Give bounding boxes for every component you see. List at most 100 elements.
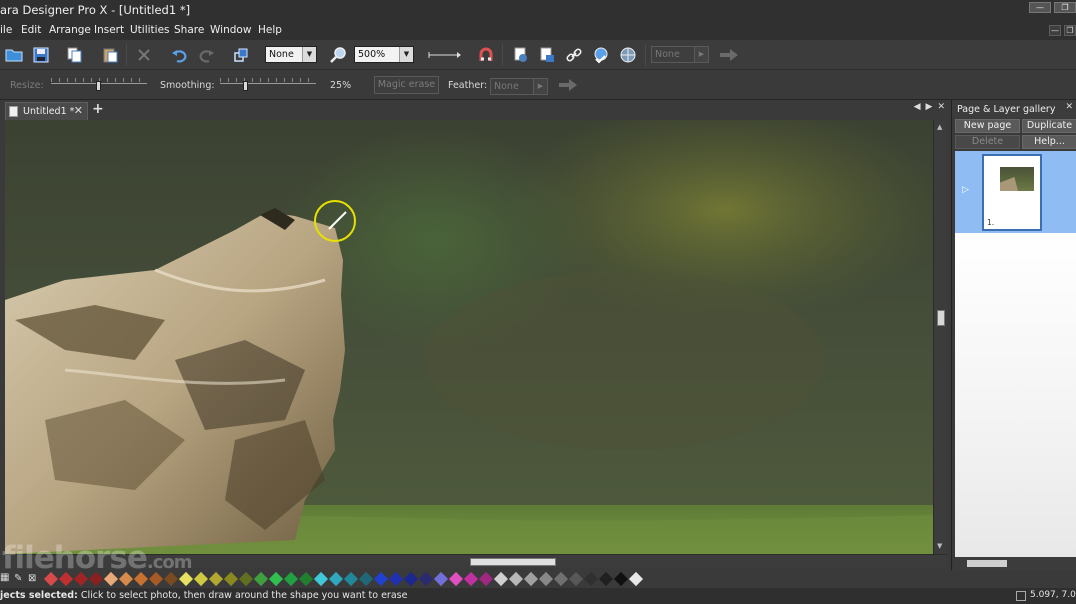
paste-icon[interactable]: [100, 45, 120, 65]
smoothing-slider[interactable]: [220, 78, 316, 92]
disabled-combo[interactable]: None ▶: [651, 46, 709, 63]
duplicate-button[interactable]: Duplicate: [1022, 119, 1076, 133]
horizontal-scroll-thumb[interactable]: [470, 558, 556, 566]
color-swatch[interactable]: [208, 571, 224, 587]
page-list-item[interactable]: ▷ 1.: [955, 151, 1076, 233]
color-swatch[interactable]: [313, 571, 329, 587]
help-button[interactable]: Help...: [1022, 135, 1076, 149]
delete-icon[interactable]: [134, 45, 154, 65]
document-canvas[interactable]: [5, 120, 933, 554]
menu-insert[interactable]: Insert: [94, 24, 124, 36]
color-swatch[interactable]: [298, 571, 314, 587]
close-icon[interactable]: ✕: [74, 104, 83, 117]
transform-icon[interactable]: [231, 45, 251, 65]
color-swatch[interactable]: [418, 571, 434, 587]
color-swatch[interactable]: [283, 571, 299, 587]
page-thumbnail[interactable]: 1.: [982, 154, 1042, 231]
document-tab-title: Untitled1 *: [23, 106, 75, 117]
menu-utilities[interactable]: Utilities: [130, 24, 170, 36]
color-swatch[interactable]: [523, 571, 539, 587]
menu-arrange[interactable]: Arrange: [49, 24, 91, 36]
zoom-icon[interactable]: [328, 45, 348, 65]
color-swatch[interactable]: [583, 571, 599, 587]
color-swatch[interactable]: [373, 571, 389, 587]
snap-magnet-icon[interactable]: [476, 45, 496, 65]
photo-image: [5, 120, 933, 554]
color-swatch[interactable]: [403, 571, 419, 587]
minimize-button[interactable]: —: [1029, 2, 1051, 13]
vertical-scrollbar[interactable]: ▲ ▼: [933, 120, 947, 554]
page-layer-gallery: Page & Layer gallery ✕ New page Duplicat…: [951, 100, 1076, 570]
print-icon[interactable]: [510, 45, 530, 65]
chevron-right-icon: ▶: [533, 79, 547, 94]
menu-window[interactable]: Window: [210, 24, 251, 36]
menu-file[interactable]: ile: [0, 24, 12, 36]
vertical-scroll-thumb[interactable]: [937, 310, 945, 326]
color-swatch[interactable]: [553, 571, 569, 587]
feather-combo[interactable]: None ▶: [490, 78, 548, 95]
resize-slider[interactable]: [51, 78, 147, 92]
color-swatch[interactable]: [493, 571, 509, 587]
link-icon[interactable]: [564, 45, 584, 65]
color-swatch[interactable]: [328, 571, 344, 587]
open-folder-icon[interactable]: [4, 45, 24, 65]
arrow-right-icon[interactable]: [719, 45, 739, 65]
menu-help[interactable]: Help: [258, 24, 282, 36]
color-swatch[interactable]: [598, 571, 614, 587]
delete-button[interactable]: Delete: [955, 135, 1020, 149]
smoothing-label: Smoothing:: [160, 80, 215, 91]
color-swatch[interactable]: [463, 571, 479, 587]
color-swatch[interactable]: [343, 571, 359, 587]
undo-icon[interactable]: [169, 45, 189, 65]
snap-indicator-icon[interactable]: [1016, 591, 1026, 601]
tab-prev-icon[interactable]: ◀: [914, 102, 921, 112]
redo-icon[interactable]: [197, 45, 217, 65]
web-preview-icon[interactable]: [618, 45, 638, 65]
color-swatch[interactable]: [268, 571, 284, 587]
color-swatch[interactable]: [193, 571, 209, 587]
gallery-list-area[interactable]: [955, 233, 1076, 557]
color-swatch[interactable]: [433, 571, 449, 587]
save-icon[interactable]: [31, 45, 51, 65]
color-swatch[interactable]: [223, 571, 239, 587]
color-swatch[interactable]: [508, 571, 524, 587]
magic-erase-button[interactable]: Magic erase: [374, 76, 439, 94]
pin-icon[interactable]: ✕: [1065, 102, 1073, 112]
restore-button[interactable]: ❐: [1054, 2, 1076, 13]
menu-share[interactable]: Share: [174, 24, 204, 36]
color-swatch[interactable]: [388, 571, 404, 587]
color-swatch[interactable]: [448, 571, 464, 587]
color-swatch[interactable]: [628, 571, 644, 587]
new-tab-button[interactable]: +: [92, 101, 104, 117]
scroll-down-icon[interactable]: ▼: [937, 542, 942, 550]
tab-next-icon[interactable]: ▶: [926, 102, 933, 112]
color-swatch[interactable]: [253, 571, 269, 587]
export-icon[interactable]: [537, 45, 557, 65]
smoothing-slider-thumb[interactable]: [243, 81, 248, 91]
quality-combo[interactable]: None ▼: [265, 46, 317, 63]
doc-restore-button[interactable]: ❐: [1064, 25, 1076, 36]
color-swatch[interactable]: [358, 571, 374, 587]
new-page-button[interactable]: New page: [955, 119, 1020, 133]
color-swatch[interactable]: [238, 571, 254, 587]
color-swatch[interactable]: [478, 571, 494, 587]
globe-check-icon[interactable]: [591, 45, 611, 65]
zoom-combo[interactable]: 500% ▼: [354, 46, 414, 63]
color-swatch[interactable]: [538, 571, 554, 587]
expand-arrow-icon[interactable]: ▷: [962, 185, 969, 195]
document-tab[interactable]: Untitled1 * ✕: [5, 102, 88, 120]
apply-arrow-icon[interactable]: [558, 75, 578, 95]
resize-slider-thumb[interactable]: [96, 81, 101, 91]
copy-icon[interactable]: [65, 45, 85, 65]
close-all-icon[interactable]: ✕: [937, 102, 945, 112]
gallery-scrollbar[interactable]: [955, 557, 1076, 570]
status-selection: jects selected:: [0, 590, 78, 601]
scroll-up-icon[interactable]: ▲: [937, 123, 942, 131]
gallery-scroll-thumb[interactable]: [967, 560, 1007, 567]
line-width-icon[interactable]: [428, 45, 462, 65]
doc-minimize-button[interactable]: —: [1049, 25, 1061, 36]
menu-edit[interactable]: Edit: [21, 24, 41, 36]
color-swatch[interactable]: [568, 571, 584, 587]
page-number: 1.: [987, 218, 995, 227]
color-swatch[interactable]: [613, 571, 629, 587]
